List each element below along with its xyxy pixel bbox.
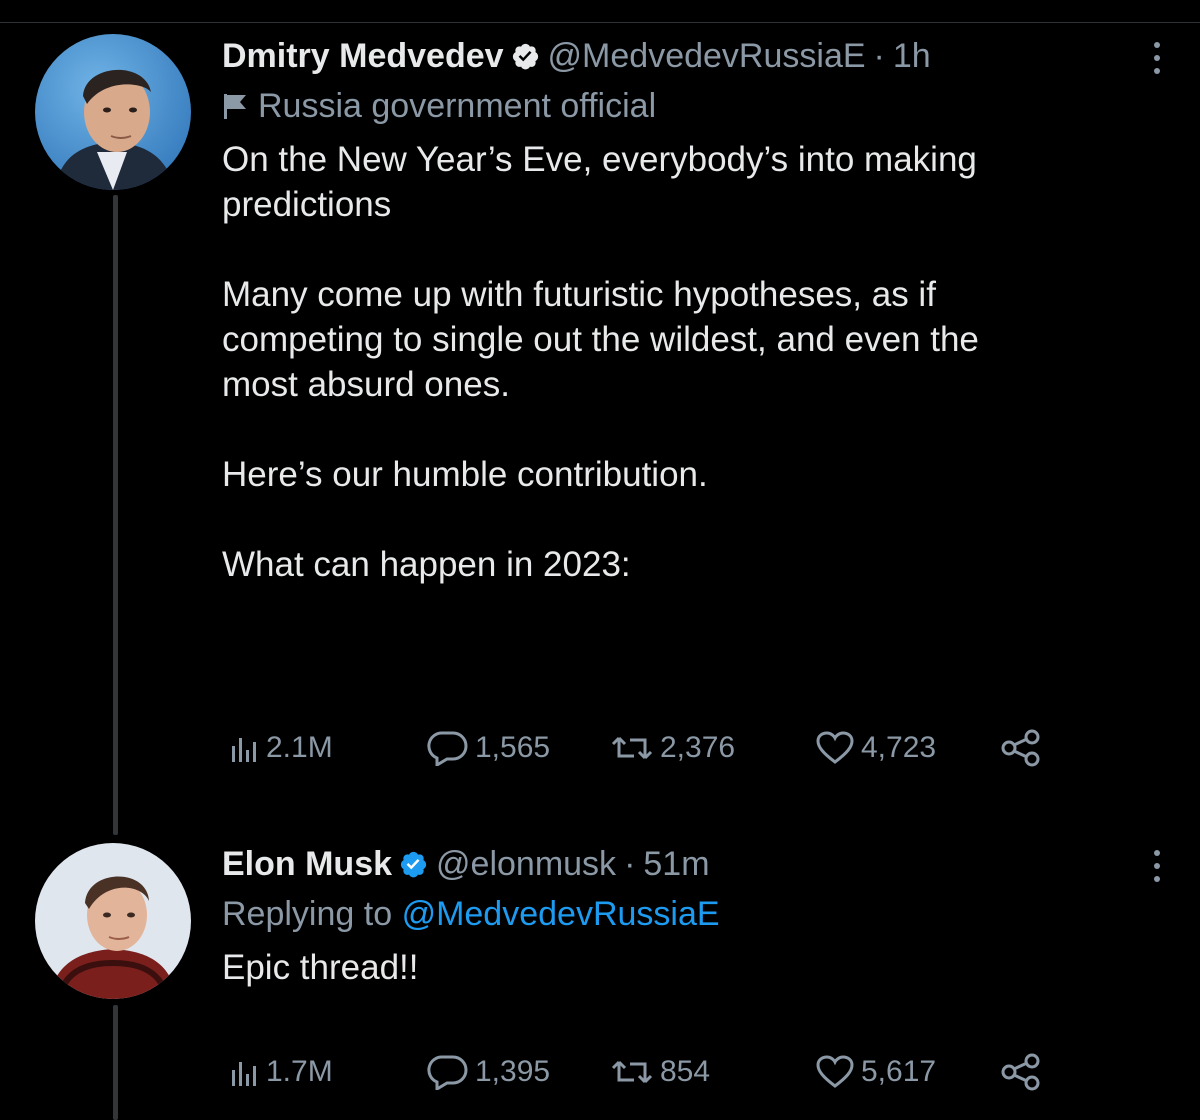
retweet-count: 2,376 xyxy=(660,731,736,764)
separator-dot: · xyxy=(624,845,636,883)
reply-button[interactable]: 1,395 xyxy=(425,1054,550,1090)
reply-bubble-icon xyxy=(427,1055,468,1090)
tweet-paragraph: What can happen in 2023: xyxy=(222,545,631,584)
author-name[interactable]: Dmitry Medvedev xyxy=(222,34,504,78)
reply-bubble-icon xyxy=(427,731,468,766)
share-icon xyxy=(1001,1053,1040,1091)
share-button[interactable] xyxy=(1000,728,1048,768)
replying-to-prefix: Replying to xyxy=(222,895,393,933)
share-button[interactable] xyxy=(1000,1052,1048,1092)
account-label: Russia government official xyxy=(222,81,1172,131)
heart-icon xyxy=(816,1055,854,1088)
tweet-actions: 2.1M 1,565 2,376 4,723 xyxy=(0,726,1200,770)
tweet-paragraph: Many come up with futuristic hypotheses,… xyxy=(222,275,979,404)
replying-to: Replying to @MedvedevRussiaE xyxy=(222,889,1172,939)
views-button[interactable]: 2.1M xyxy=(230,731,333,765)
tweet-actions: 1.7M 1,395 854 5,617 xyxy=(0,1050,1200,1094)
reply-count: 1,395 xyxy=(475,1055,551,1088)
tweet-paragraph: Here’s our humble contribution. xyxy=(222,455,708,494)
like-count: 4,723 xyxy=(861,731,937,764)
retweet-icon xyxy=(611,1060,653,1084)
tweet-header: Elon Musk @elonmusk · 51m xyxy=(222,842,1172,886)
heart-icon xyxy=(816,731,854,764)
replying-to-handle-link[interactable]: @MedvedevRussiaE xyxy=(402,895,720,933)
tweet-timestamp[interactable]: 1h xyxy=(893,34,931,78)
retweet-button[interactable]: 2,376 xyxy=(610,731,735,765)
share-icon xyxy=(1001,729,1040,767)
tweet-paragraph: On the New Year’s Eve, everybody’s into … xyxy=(222,140,977,224)
tweet-text: On the New Year’s Eve, everybody’s into … xyxy=(222,137,1172,587)
more-vertical-icon[interactable] xyxy=(1142,36,1172,80)
retweet-count: 854 xyxy=(660,1055,711,1088)
author-handle[interactable]: @MedvedevRussiaE xyxy=(548,34,866,78)
flag-icon xyxy=(224,94,246,119)
tweet[interactable]: Elon Musk @elonmusk · 51m Replying to @M… xyxy=(222,842,1172,990)
views-count: 2.1M xyxy=(266,731,333,764)
tweet-paragraph: Epic thread!! xyxy=(222,948,419,987)
verified-badge-icon xyxy=(400,851,427,878)
retweet-icon xyxy=(611,736,653,760)
tweet-header: Dmitry Medvedev @MedvedevRussiaE · 1h xyxy=(222,34,1172,78)
tweet[interactable]: Dmitry Medvedev @MedvedevRussiaE · 1h Ru… xyxy=(222,34,1172,587)
avatar[interactable] xyxy=(35,843,191,999)
views-bar-chart-icon xyxy=(232,738,256,762)
tweet-text: Epic thread!! xyxy=(222,945,1172,990)
reply-button[interactable]: 1,565 xyxy=(425,730,550,766)
top-divider xyxy=(0,22,1200,23)
more-vertical-icon[interactable] xyxy=(1142,844,1172,888)
reply-count: 1,565 xyxy=(475,731,551,764)
views-bar-chart-icon xyxy=(232,1062,256,1086)
tweet-timestamp[interactable]: 51m xyxy=(643,842,709,886)
avatar[interactable] xyxy=(35,34,191,190)
author-handle[interactable]: @elonmusk xyxy=(436,842,616,886)
retweet-button[interactable]: 854 xyxy=(610,1055,710,1089)
account-label-text: Russia government official xyxy=(258,87,657,125)
like-button[interactable]: 4,723 xyxy=(815,731,936,765)
like-button[interactable]: 5,617 xyxy=(815,1055,936,1089)
views-count: 1.7M xyxy=(266,1055,333,1088)
verified-badge-icon xyxy=(512,43,538,70)
author-name[interactable]: Elon Musk xyxy=(222,842,392,886)
views-button[interactable]: 1.7M xyxy=(230,1055,333,1089)
like-count: 5,617 xyxy=(861,1055,937,1088)
separator-dot: · xyxy=(873,37,885,75)
